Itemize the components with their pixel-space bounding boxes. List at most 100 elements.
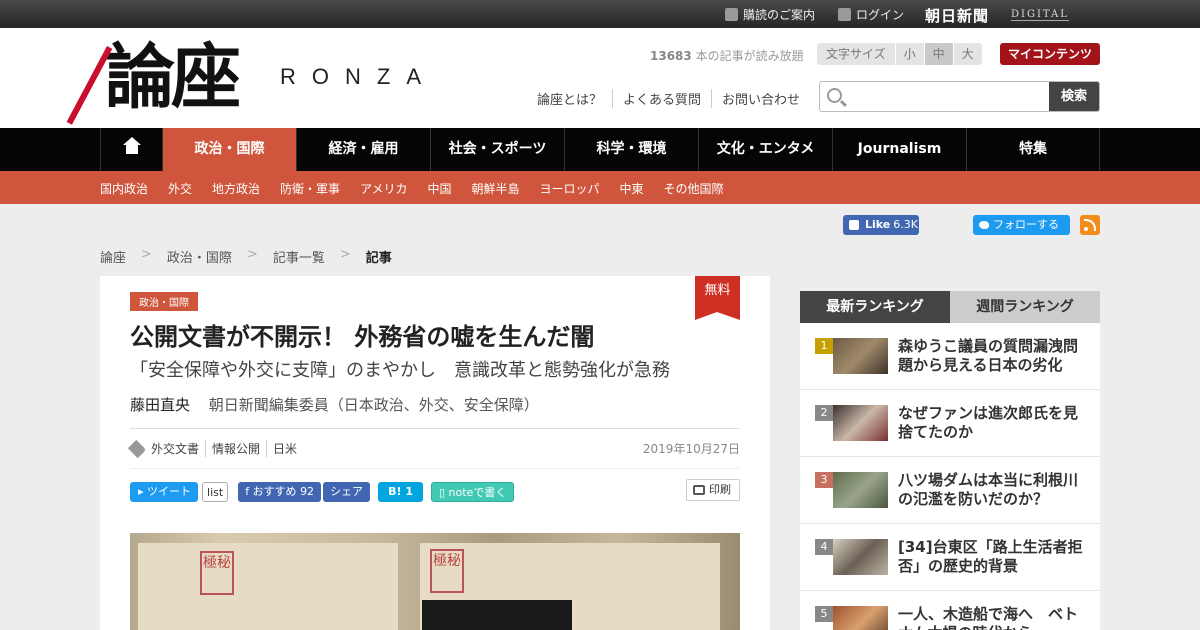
facebook-like-button[interactable]: Like 6.3K <box>843 215 919 235</box>
tag-item[interactable]: 情報公開 <box>205 440 266 457</box>
author-line: 藤田直央 朝日新聞編集委員（日本政治、外交、安全保障） <box>130 394 539 415</box>
author-name[interactable]: 藤田直央 <box>130 396 190 414</box>
subcat-other[interactable]: その他国際 <box>664 180 724 197</box>
ranking-item[interactable]: 5 一人、木造船で海へ ベトナム木場の時代から <box>800 591 1100 630</box>
subcat-korea[interactable]: 朝鮮半島 <box>471 180 519 197</box>
subcat-defense[interactable]: 防衛・軍事 <box>280 180 340 197</box>
hatena-count: 1 <box>405 485 413 498</box>
my-contents-button[interactable]: マイコンテンツ <box>1000 43 1100 65</box>
tag-list: 外交文書 情報公開 日米 <box>127 439 303 458</box>
logo-kanji: 論座 <box>105 35 241 118</box>
rank-thumbnail <box>833 405 888 441</box>
breadcrumb-separator: > <box>246 247 258 262</box>
redaction-block <box>422 600 572 630</box>
breadcrumb-category[interactable]: 政治・国際 <box>167 247 232 266</box>
nav-society[interactable]: 社会・スポーツ <box>431 128 565 171</box>
font-size-medium[interactable]: 中 <box>924 43 954 65</box>
tag-icon <box>127 439 147 458</box>
tag-item[interactable]: 日米 <box>266 440 303 457</box>
site-header: 論座 RONZA 13683 本の記事が読み放題 文字サイズ 小 中 大 マイコ… <box>0 28 1200 128</box>
tweet-list-button[interactable]: list <box>202 482 229 502</box>
login-label: ログイン <box>856 8 905 22</box>
document-page-left <box>138 543 398 630</box>
twitter-follow-label: フォローする <box>993 218 1059 231</box>
nav-culture[interactable]: 文化・エンタメ <box>699 128 833 171</box>
top-bar: 購読のご案内 ログイン 朝日新聞 DIGITAL <box>0 0 1200 28</box>
tweet-button[interactable]: ▸ ツイート <box>130 482 199 502</box>
nav-features[interactable]: 特集 <box>967 128 1100 171</box>
subcat-diplomacy[interactable]: 外交 <box>168 180 192 197</box>
rss-icon[interactable] <box>1080 215 1100 235</box>
home-icon <box>123 137 141 157</box>
font-size-large[interactable]: 大 <box>953 43 982 65</box>
nav-science[interactable]: 科学・環境 <box>565 128 699 171</box>
search-box: 検索 <box>819 81 1100 112</box>
divider <box>130 428 740 429</box>
breadcrumb-home[interactable]: 論座 <box>100 247 126 266</box>
ranking-item[interactable]: 3 八ツ場ダムは本当に利根川の氾濫を防いだのか？ <box>800 457 1100 524</box>
breadcrumb-list[interactable]: 記事一覧 <box>273 247 325 266</box>
note-button[interactable]: ▯ noteで書く <box>430 482 515 502</box>
subcat-local[interactable]: 地方政治 <box>212 180 260 197</box>
fb-recommend-count: 92 <box>300 485 315 498</box>
facebook-recommend-button[interactable]: f おすすめ 92 <box>238 482 322 502</box>
note-icon: ▯ <box>438 486 449 499</box>
ronza-logo[interactable]: 論座 RONZA <box>66 35 445 125</box>
rank-number: 4 <box>815 539 833 555</box>
publish-date: 2019年10月27日 <box>642 442 740 456</box>
header-links: 論座とは？ よくある質問 お問い合わせ <box>537 89 810 108</box>
ranking-tabs: 最新ランキング 週間ランキング <box>800 291 1100 323</box>
nav-journalism[interactable]: Journalism <box>833 128 967 171</box>
rank-number: 2 <box>815 405 833 421</box>
twitter-bird-icon <box>979 221 989 229</box>
nav-economy[interactable]: 経済・雇用 <box>297 128 431 171</box>
rank-thumbnail <box>833 472 888 508</box>
subcat-middle-east[interactable]: 中東 <box>620 180 644 197</box>
font-size-small[interactable]: 小 <box>895 43 925 65</box>
secret-stamp: 極秘 <box>200 551 234 595</box>
nav-home[interactable] <box>101 128 163 171</box>
rank-number: 5 <box>815 606 833 622</box>
facebook-share-button[interactable]: シェア <box>323 482 371 502</box>
subcategory-bar: 国内政治 外交 地方政治 防衛・軍事 アメリカ 中国 朝鮮半島 ヨーロッパ 中東… <box>0 171 1200 204</box>
ranking-item[interactable]: 4 [34]台東区「路上生活者拒否」の歴史的背景 <box>800 524 1100 591</box>
logo-roman: RONZA <box>280 64 437 89</box>
article-title: 公開文書が不開示！ 外務省の嘘を生んだ闇 <box>130 323 595 351</box>
note-label: noteで書く <box>448 486 507 499</box>
rank-title: 八ツ場ダムは本当に利根川の氾濫を防いだのか？ <box>898 471 1079 508</box>
category-badge[interactable]: 政治・国際 <box>130 292 198 311</box>
subscribe-link[interactable]: 購読のご案内 <box>725 6 815 23</box>
about-link[interactable]: 論座とは？ <box>537 89 612 108</box>
hatena-bookmark-button[interactable]: B! 1 <box>378 482 423 502</box>
tweet-label: ツイート <box>147 485 192 498</box>
search-button[interactable]: 検索 <box>1049 82 1099 111</box>
search-input[interactable] <box>850 84 1045 109</box>
rank-thumbnail <box>833 539 888 575</box>
contact-link[interactable]: お問い合わせ <box>711 89 810 108</box>
subcat-china[interactable]: 中国 <box>427 180 451 197</box>
subcat-domestic[interactable]: 国内政治 <box>100 180 148 197</box>
twitter-follow-button[interactable]: フォローする <box>973 215 1070 235</box>
faq-link[interactable]: よくある質問 <box>612 89 711 108</box>
article-hero-image: 極秘 極秘 <box>130 533 740 630</box>
asahi-logo[interactable]: 朝日新聞 <box>925 5 989 26</box>
tab-latest-ranking[interactable]: 最新ランキング <box>800 291 950 323</box>
subcat-america[interactable]: アメリカ <box>360 180 407 197</box>
divider <box>130 468 740 469</box>
article-subtitle: 「安全保障や外交に支障」のまやかし 意識改革と態勢強化が急務 <box>130 360 670 381</box>
print-button[interactable]: 印刷 <box>686 479 740 501</box>
ranking-sidebar: 最新ランキング 週間ランキング 1 森ゆうこ議員の質問漏洩問題から見える日本の劣… <box>800 291 1100 630</box>
print-label: 印刷 <box>709 483 731 496</box>
ranking-item[interactable]: 1 森ゆうこ議員の質問漏洩問題から見える日本の劣化 <box>800 323 1100 390</box>
printer-icon <box>693 485 705 495</box>
breadcrumb-separator: > <box>141 247 152 262</box>
tag-item[interactable]: 外交文書 <box>151 440 205 457</box>
fb-recommend-label: おすすめ <box>252 485 297 498</box>
subcat-europe[interactable]: ヨーロッパ <box>540 180 600 197</box>
nav-politics[interactable]: 政治・国際 <box>163 128 297 171</box>
rank-thumbnail <box>833 606 888 630</box>
tab-weekly-ranking[interactable]: 週間ランキング <box>950 291 1100 323</box>
article-card: 政治・国際 無料 公開文書が不開示！ 外務省の嘘を生んだ闇 「安全保障や外交に支… <box>100 276 770 630</box>
login-link[interactable]: ログイン <box>838 6 904 23</box>
ranking-item[interactable]: 2 なぜファンは進次郎氏を見捨てたのか <box>800 390 1100 457</box>
